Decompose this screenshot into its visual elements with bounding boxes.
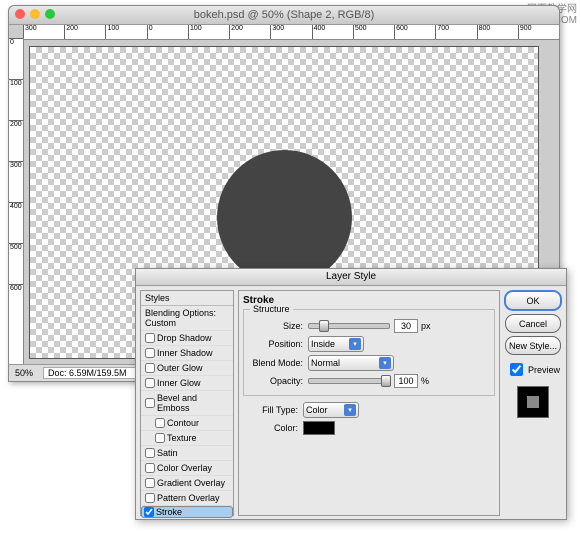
opacity-input[interactable]: 100 — [394, 374, 418, 388]
size-input[interactable]: 30 — [394, 319, 418, 333]
checkbox[interactable] — [145, 478, 155, 488]
ruler-horizontal[interactable]: 3002001000100200300400500600700800900 — [23, 25, 559, 40]
checkbox[interactable] — [145, 378, 155, 388]
checkbox[interactable] — [145, 348, 155, 358]
zoom-icon[interactable] — [45, 9, 55, 19]
style-satin[interactable]: Satin — [141, 446, 233, 461]
style-pattern-overlay[interactable]: Pattern Overlay — [141, 491, 233, 506]
fill-type-select[interactable]: Color▾ — [303, 402, 359, 418]
style-texture[interactable]: Texture — [141, 431, 233, 446]
blending-options[interactable]: Blending Options: Custom — [141, 306, 233, 331]
window-title: bokeh.psd @ 50% (Shape 2, RGB/8) — [194, 9, 375, 21]
checkbox[interactable] — [145, 463, 155, 473]
window-controls[interactable] — [15, 9, 55, 19]
close-icon[interactable] — [15, 9, 25, 19]
style-outer-glow[interactable]: Outer Glow — [141, 361, 233, 376]
opacity-slider[interactable] — [308, 378, 390, 384]
style-inner-glow[interactable]: Inner Glow — [141, 376, 233, 391]
style-stroke[interactable]: Stroke — [141, 506, 233, 518]
checkbox[interactable] — [145, 363, 155, 373]
shape-circle[interactable] — [217, 150, 352, 285]
style-drop-shadow[interactable]: Drop Shadow — [141, 331, 233, 346]
preview-thumbnail — [517, 386, 549, 418]
checkbox[interactable] — [155, 418, 165, 428]
fill-type-label: Fill Type: — [243, 405, 298, 415]
checkbox[interactable] — [145, 333, 155, 343]
titlebar: bokeh.psd @ 50% (Shape 2, RGB/8) — [9, 6, 559, 25]
style-gradient-overlay[interactable]: Gradient Overlay — [141, 476, 233, 491]
checkbox[interactable] — [145, 493, 155, 503]
layer-style-dialog: Layer Style Styles Blending Options: Cus… — [135, 268, 567, 520]
minimize-icon[interactable] — [30, 9, 40, 19]
color-swatch[interactable] — [303, 421, 335, 435]
cancel-button[interactable]: Cancel — [505, 314, 561, 333]
position-label: Position: — [248, 339, 303, 349]
style-contour[interactable]: Contour — [141, 416, 233, 431]
ruler-vertical[interactable]: 0100200300400500600 — [9, 38, 24, 365]
checkbox[interactable] — [145, 398, 155, 408]
checkbox[interactable] — [155, 433, 165, 443]
preview-checkbox[interactable]: Preview — [506, 360, 560, 379]
style-inner-shadow[interactable]: Inner Shadow — [141, 346, 233, 361]
dialog-buttons: OK Cancel New Style... Preview — [504, 290, 562, 516]
chevron-down-icon: ▾ — [344, 404, 356, 416]
blend-label: Blend Mode: — [248, 358, 303, 368]
chevron-down-icon: ▾ — [379, 357, 391, 369]
checkbox[interactable] — [145, 448, 155, 458]
structure-group: Structure Size: 30 px Position: Inside▾ … — [243, 309, 495, 396]
zoom-level[interactable]: 50% — [15, 368, 33, 378]
checkbox[interactable] — [144, 507, 154, 517]
styles-list: Styles Blending Options: Custom Drop Sha… — [140, 290, 234, 516]
blend-select[interactable]: Normal▾ — [308, 355, 394, 371]
style-color-overlay[interactable]: Color Overlay — [141, 461, 233, 476]
ok-button[interactable]: OK — [504, 290, 562, 311]
position-select[interactable]: Inside▾ — [308, 336, 364, 352]
opacity-label: Opacity: — [248, 376, 303, 386]
style-bevel[interactable]: Bevel and Emboss — [141, 391, 233, 416]
chevron-down-icon: ▾ — [349, 338, 361, 350]
stroke-panel: Stroke Structure Size: 30 px Position: I… — [238, 290, 500, 516]
styles-header[interactable]: Styles — [141, 291, 233, 306]
size-label: Size: — [248, 321, 303, 331]
color-label: Color: — [243, 423, 298, 433]
new-style-button[interactable]: New Style... — [505, 336, 561, 355]
size-slider[interactable] — [308, 323, 390, 329]
dialog-title: Layer Style — [136, 269, 566, 286]
